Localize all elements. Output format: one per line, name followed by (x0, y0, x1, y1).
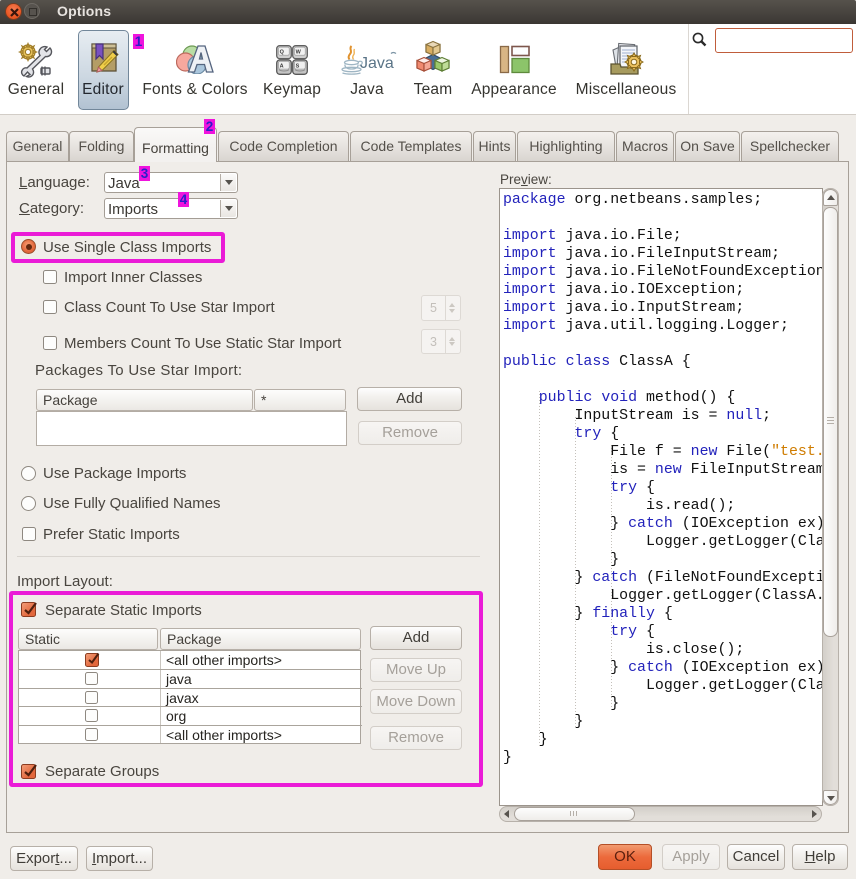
svg-text:W: W (296, 50, 302, 56)
svg-text:Java: Java (360, 55, 394, 72)
svg-text:A: A (280, 64, 284, 70)
svg-text:Q: Q (280, 50, 285, 56)
svg-text:S: S (296, 64, 300, 70)
